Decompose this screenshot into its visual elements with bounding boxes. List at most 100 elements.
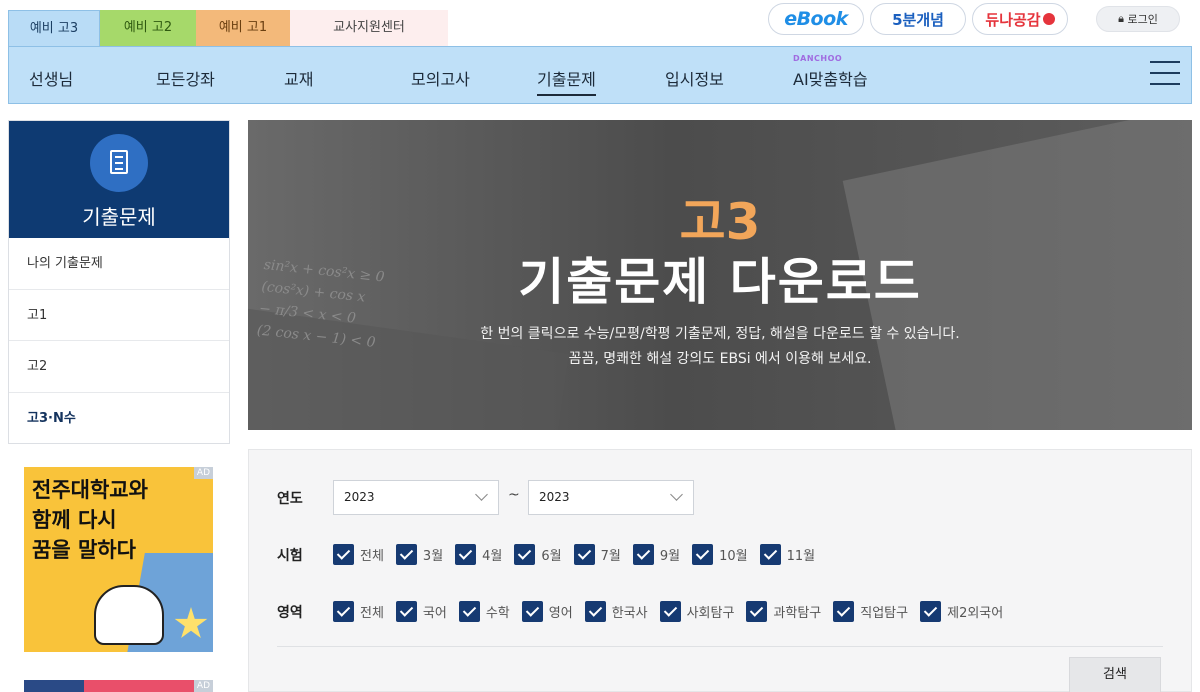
option-label: 직업탐구 (860, 606, 909, 621)
checkbox-checked-icon[interactable] (458, 601, 480, 622)
tab-pre-grade2[interactable]: 예비 고2 (100, 10, 196, 46)
ad-banner-2[interactable]: AD (24, 680, 213, 692)
sidebar-item-grade1[interactable]: 고1 (9, 290, 229, 341)
area-option-korean[interactable]: 국어 (395, 601, 447, 622)
option-label: 3월 (422, 549, 444, 564)
tab-pre-grade3[interactable]: 예비 고3 (8, 10, 100, 46)
divider (277, 646, 1163, 647)
checkbox-checked-icon[interactable] (395, 601, 417, 622)
exam-options: 전체 3월 4월 6월 7월 9월 10월 11월 (333, 544, 827, 565)
hero-title: 기출문제 다운로드 (518, 253, 922, 311)
ad-headline: 전주대학교와 함께 다시 꿈을 말하다 (32, 475, 148, 565)
tab-teacher-center[interactable]: 교사지원센터 (290, 10, 448, 46)
nav-item-ai-learning[interactable]: AI맞춤학습 (793, 66, 868, 90)
option-label: 국어 (422, 606, 447, 621)
ad-badge: AD (193, 680, 213, 692)
chevron-down-icon (475, 488, 488, 501)
area-option-science[interactable]: 과학탐구 (746, 601, 821, 622)
lock-icon: 🔒︎ (1118, 12, 1128, 25)
checkbox-checked-icon[interactable] (514, 544, 536, 565)
year-to-value: 2023 (539, 490, 570, 504)
nav-item-past-exams[interactable]: 기출문제 (537, 66, 596, 96)
login-button[interactable]: 🔒︎ 로그인 (1096, 6, 1180, 32)
sidebar-list: 나의 기출문제 고1 고2 고3·N수 (9, 238, 229, 444)
area-option-vocational[interactable]: 직업탐구 (833, 601, 908, 622)
ad-line: 함께 다시 (32, 508, 117, 532)
nav-item-teachers[interactable]: 선생님 (29, 66, 73, 90)
ad-badge: AD (193, 467, 213, 479)
sidebar-title: 기출문제 (82, 205, 156, 229)
exam-option-oct[interactable]: 10월 (692, 544, 748, 565)
area-label: 영역 (277, 605, 303, 621)
sidebar-item-grade3-n[interactable]: 고3·N수 (9, 393, 229, 445)
sidebar-item-my-exams[interactable]: 나의 기출문제 (9, 238, 229, 290)
checkbox-checked-icon[interactable] (632, 544, 654, 565)
year-from-value: 2023 (344, 490, 375, 504)
ad-banner[interactable]: 전주대학교와 함께 다시 꿈을 말하다 AD (24, 467, 213, 652)
checkbox-checked-icon[interactable] (759, 544, 781, 565)
checkbox-checked-icon[interactable] (833, 601, 855, 622)
checkbox-checked-icon[interactable] (920, 601, 942, 622)
ad-line: 꿈을 말하다 (32, 538, 136, 562)
ad-line: 전주대학교와 (32, 478, 148, 502)
chevron-down-icon (670, 488, 683, 501)
year-to-select[interactable]: 2023 (528, 480, 694, 515)
checkbox-checked-icon[interactable] (395, 544, 417, 565)
area-option-all[interactable]: 전체 (333, 601, 384, 622)
tab-pre-grade1[interactable]: 예비 고1 (196, 10, 290, 46)
option-label: 4월 (482, 549, 503, 564)
range-separator: ~ (508, 487, 520, 503)
option-label: 9월 (659, 549, 681, 564)
document-icon (90, 134, 148, 192)
checkbox-checked-icon[interactable] (333, 544, 354, 565)
exam-option-mar[interactable]: 3월 (395, 544, 444, 565)
option-label: 사회탐구 (686, 606, 735, 621)
checkbox-checked-icon[interactable] (333, 601, 354, 622)
exam-option-all[interactable]: 전체 (333, 544, 384, 565)
exam-option-jul[interactable]: 7월 (573, 544, 621, 565)
option-label: 과학탐구 (773, 606, 822, 621)
nav-item-textbooks[interactable]: 교재 (284, 66, 313, 90)
sidebar: 기출문제 나의 기출문제 고1 고2 고3·N수 (8, 120, 230, 444)
area-option-second-language[interactable]: 제2외국어 (920, 601, 1003, 622)
dunna-link[interactable]: 듀나공감 (972, 3, 1068, 35)
year-from-select[interactable]: 2023 (333, 480, 499, 515)
checkbox-checked-icon[interactable] (455, 544, 477, 565)
ebook-link[interactable]: eBook (768, 3, 864, 35)
filter-panel: 연도 2023 ~ 2023 시험 전체 3월 4월 6월 7월 9월 10월 … (248, 449, 1192, 692)
checkbox-checked-icon[interactable] (659, 601, 681, 622)
nav-item-mock-exams[interactable]: 모의고사 (411, 66, 470, 90)
top-links: eBook 5분개념 듀나공감 🔒︎ 로그인 (768, 3, 1180, 35)
area-option-social[interactable]: 사회탐구 (659, 601, 735, 622)
sidebar-item-grade2[interactable]: 고2 (9, 341, 229, 393)
five-min-concept-link[interactable]: 5분개념 (870, 3, 966, 35)
option-label: 6월 (541, 549, 562, 564)
area-option-english[interactable]: 영어 (521, 601, 573, 622)
nav-item-all-courses[interactable]: 모든강좌 (156, 66, 215, 90)
search-button[interactable]: 검색 (1069, 657, 1161, 692)
grade-tabs: 예비 고3 예비 고2 예비 고1 교사지원센터 (8, 10, 448, 46)
area-option-korean-history[interactable]: 한국사 (584, 601, 648, 622)
checkbox-checked-icon[interactable] (692, 544, 714, 565)
checkbox-checked-icon[interactable] (521, 601, 543, 622)
checkbox-checked-icon[interactable] (746, 601, 768, 622)
chat-bubble-icon (1042, 13, 1055, 25)
exam-option-sep[interactable]: 9월 (632, 544, 681, 565)
login-label: 로그인 (1127, 13, 1158, 26)
hero-desc-line: 한 번의 클릭으로 수능/모평/학평 기출문제, 정답, 해설을 다운로드 할 … (480, 326, 960, 342)
area-options: 전체 국어 수학 영어 한국사 사회탐구 과학탐구 직업탐구 제2외국어 (333, 601, 1015, 622)
exam-option-jun[interactable]: 6월 (514, 544, 562, 565)
area-option-math[interactable]: 수학 (458, 601, 510, 622)
checkbox-checked-icon[interactable] (573, 544, 595, 565)
ad-logo (24, 680, 84, 692)
year-label: 연도 (277, 491, 303, 507)
exam-option-apr[interactable]: 4월 (455, 544, 502, 565)
hero-description: 한 번의 클릭으로 수능/모평/학평 기출문제, 정답, 해설을 다운로드 할 … (248, 322, 1192, 372)
nav-item-admissions[interactable]: 입시정보 (665, 66, 724, 90)
checkbox-checked-icon[interactable] (584, 601, 606, 622)
menu-icon[interactable] (1150, 61, 1180, 87)
option-label: 10월 (719, 549, 748, 564)
exam-option-nov[interactable]: 11월 (759, 544, 815, 565)
option-label: 전체 (360, 549, 384, 564)
ad-mascot (94, 585, 164, 645)
